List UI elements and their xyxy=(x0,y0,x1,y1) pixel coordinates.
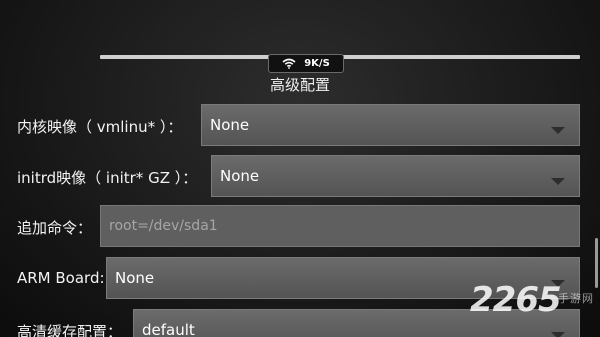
append-command-input[interactable] xyxy=(101,206,579,246)
arm-board-value: None xyxy=(115,269,155,287)
dropdown-arrow-icon xyxy=(551,332,565,337)
cache-config-row: 高清缓存配置： default xyxy=(0,309,600,337)
arm-board-label: ARM Board: xyxy=(17,269,105,287)
section-title: 高级配置 xyxy=(269,76,330,94)
kernel-image-dropdown[interactable]: None xyxy=(201,104,580,146)
advanced-config-screen: 9K/S 高级配置 内核映像（ vmlinu* ）： None initrd映像… xyxy=(0,0,600,337)
append-command-field[interactable] xyxy=(100,205,580,247)
initrd-image-value: None xyxy=(220,167,260,185)
initrd-image-dropdown[interactable]: None xyxy=(211,155,580,197)
kernel-image-value: None xyxy=(210,116,250,134)
append-command-label: 追加命令： xyxy=(17,219,93,237)
dropdown-arrow-icon xyxy=(551,127,565,134)
kernel-image-label: 内核映像（ vmlinu* ）： xyxy=(17,118,183,136)
initrd-image-row: initrd映像（ initr* GZ ）： None xyxy=(0,155,600,199)
arm-board-dropdown[interactable]: None xyxy=(106,257,580,299)
cache-config-dropdown[interactable]: default xyxy=(133,309,580,337)
cache-config-label: 高清缓存配置： xyxy=(17,323,123,337)
network-speed-text: 9K/S xyxy=(304,58,330,69)
dropdown-arrow-icon xyxy=(551,280,565,287)
dropdown-arrow-icon xyxy=(551,178,565,185)
arm-board-row: ARM Board: None xyxy=(0,257,600,301)
cache-config-value: default xyxy=(142,321,195,337)
scrollbar[interactable] xyxy=(595,238,598,288)
kernel-image-row: 内核映像（ vmlinu* ）： None xyxy=(0,104,600,148)
network-speed-badge: 9K/S xyxy=(268,54,344,73)
append-command-row: 追加命令： xyxy=(0,205,600,249)
wifi-icon xyxy=(282,58,296,69)
initrd-image-label: initrd映像（ initr* GZ ）： xyxy=(17,169,198,187)
